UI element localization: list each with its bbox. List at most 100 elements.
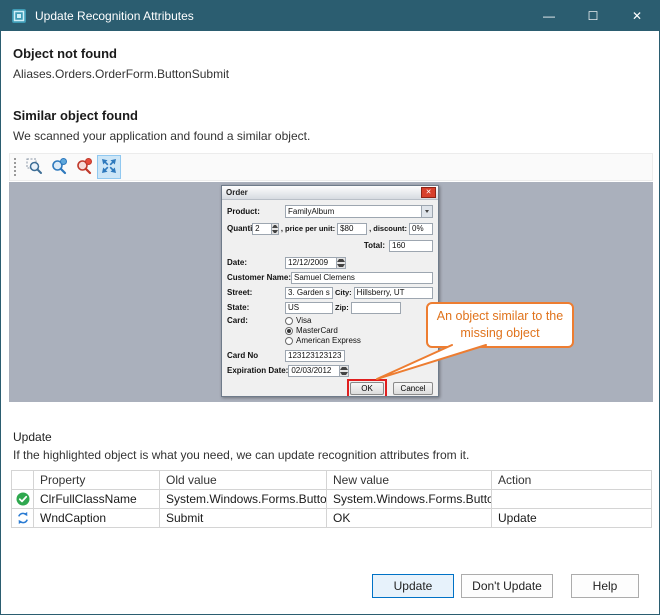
property-cell: ClrFullClassName xyxy=(34,490,160,509)
date-label: Date: xyxy=(227,258,285,267)
street-label: Street: xyxy=(227,288,285,297)
discount-input[interactable] xyxy=(409,223,433,235)
expiration-date-label: Expiration Date: xyxy=(227,366,288,375)
similar-object-description: We scanned your application and found a … xyxy=(13,129,310,143)
radio-american-express[interactable]: American Express xyxy=(285,336,361,345)
quantity-input[interactable] xyxy=(252,223,272,235)
update-button[interactable]: Update xyxy=(372,574,454,598)
radio-visa-label: Visa xyxy=(296,316,311,325)
order-title: Order xyxy=(226,188,248,197)
status-cell xyxy=(12,490,34,509)
product-value: FamilyAlbum xyxy=(286,207,421,216)
order-window: Order ✕ Product: FamilyAlbum Quantity: ,… xyxy=(221,185,439,397)
icon-column-header xyxy=(12,471,34,490)
window-title: Update Recognition Attributes xyxy=(35,9,194,23)
help-button[interactable]: Help xyxy=(571,574,639,598)
state-input[interactable] xyxy=(285,302,333,314)
card-no-label: Card No xyxy=(227,351,285,360)
application-preview: Order ✕ Product: FamilyAlbum Quantity: ,… xyxy=(9,182,653,402)
footer-buttons: Update Don't Update Help xyxy=(372,574,639,598)
action-cell: Update xyxy=(492,509,652,528)
minimize-button[interactable]: — xyxy=(527,1,571,31)
product-select[interactable]: FamilyAlbum xyxy=(285,205,433,218)
discount-label: , discount: xyxy=(369,224,407,233)
order-body: Product: FamilyAlbum Quantity: , price p… xyxy=(222,200,438,396)
object-path: Aliases.Orders.OrderForm.ButtonSubmit xyxy=(13,67,229,81)
order-close-button[interactable]: ✕ xyxy=(421,187,436,198)
quantity-stepper[interactable] xyxy=(272,223,279,235)
find-object-button[interactable] xyxy=(47,155,71,179)
city-input[interactable] xyxy=(354,287,433,299)
radio-icon xyxy=(285,337,293,345)
table-row[interactable]: ClrFullClassName System.Windows.Forms.Bu… xyxy=(12,490,652,509)
toolbar-grip[interactable] xyxy=(14,158,16,176)
app-icon xyxy=(11,8,27,24)
card-radio-group: Visa MasterCard American Express xyxy=(285,316,361,345)
new-value-cell: OK xyxy=(327,509,492,528)
new-value-cell: System.Windows.Forms.Button xyxy=(327,490,492,509)
expiration-date-input[interactable] xyxy=(288,365,340,377)
preview-toolbar xyxy=(9,153,653,181)
status-cell xyxy=(12,509,34,528)
radio-selected-icon xyxy=(285,327,293,335)
fit-to-window-icon xyxy=(100,157,118,178)
table-header-row: Property Old value New value Action xyxy=(12,471,652,490)
total-label: Total: xyxy=(364,241,385,250)
product-label: Product: xyxy=(227,207,285,216)
new-value-header: New value xyxy=(327,471,492,490)
order-titlebar: Order ✕ xyxy=(222,186,438,200)
date-input[interactable] xyxy=(285,257,337,269)
radio-visa[interactable]: Visa xyxy=(285,316,361,325)
chevron-down-icon xyxy=(421,206,432,217)
radio-mastercard-label: MasterCard xyxy=(296,326,338,335)
expiration-date-stepper[interactable] xyxy=(340,365,349,377)
old-value-cell: System.Windows.Forms.Button xyxy=(160,490,327,509)
action-header: Action xyxy=(492,471,652,490)
cancel-button[interactable]: Cancel xyxy=(393,382,433,395)
customer-name-input[interactable] xyxy=(291,272,433,284)
titlebar: Update Recognition Attributes — ☐ ✕ xyxy=(1,1,659,31)
callout: An object similar to the missing object xyxy=(426,302,574,348)
card-no-input[interactable] xyxy=(285,350,345,362)
highlight-object-icon xyxy=(75,157,93,178)
ok-button[interactable]: OK xyxy=(350,382,384,395)
update-description: If the highlighted object is what you ne… xyxy=(13,448,469,462)
price-per-unit-input[interactable] xyxy=(337,223,367,235)
highlight-object-button[interactable] xyxy=(72,155,96,179)
find-object-icon xyxy=(50,157,68,178)
radio-mastercard[interactable]: MasterCard xyxy=(285,326,361,335)
old-value-header: Old value xyxy=(160,471,327,490)
pick-object-button[interactable] xyxy=(22,155,46,179)
zip-input[interactable] xyxy=(351,302,401,314)
price-per-unit-label: , price per unit: xyxy=(281,224,335,233)
object-not-found-heading: Object not found xyxy=(13,46,117,61)
old-value-cell: Submit xyxy=(160,509,327,528)
fit-to-window-button[interactable] xyxy=(97,155,121,179)
highlight-frame: OK xyxy=(347,379,387,398)
window-controls: — ☐ ✕ xyxy=(527,1,659,31)
total-input[interactable] xyxy=(389,240,433,252)
customer-name-label: Customer Name: xyxy=(227,273,291,282)
dont-update-button[interactable]: Don't Update xyxy=(461,574,553,598)
dialog-window: Update Recognition Attributes — ☐ ✕ Obje… xyxy=(0,0,660,615)
pick-object-icon xyxy=(25,157,43,178)
check-icon xyxy=(16,492,30,506)
update-heading: Update xyxy=(13,430,52,444)
maximize-button[interactable]: ☐ xyxy=(571,1,615,31)
action-cell xyxy=(492,490,652,509)
date-stepper[interactable] xyxy=(337,257,346,269)
similar-object-heading: Similar object found xyxy=(13,108,138,123)
card-label: Card: xyxy=(227,316,285,325)
radio-icon xyxy=(285,317,293,325)
zip-label: Zip: xyxy=(335,303,349,312)
refresh-icon xyxy=(16,511,30,525)
property-cell: WndCaption xyxy=(34,509,160,528)
city-label: City: xyxy=(335,288,352,297)
table-row[interactable]: WndCaption Submit OK Update xyxy=(12,509,652,528)
property-header: Property xyxy=(34,471,160,490)
street-input[interactable] xyxy=(285,287,333,299)
close-button[interactable]: ✕ xyxy=(615,1,659,31)
quantity-label: Quantity: xyxy=(227,224,252,233)
radio-american-express-label: American Express xyxy=(296,336,361,345)
attributes-table: Property Old value New value Action ClrF… xyxy=(11,470,652,528)
